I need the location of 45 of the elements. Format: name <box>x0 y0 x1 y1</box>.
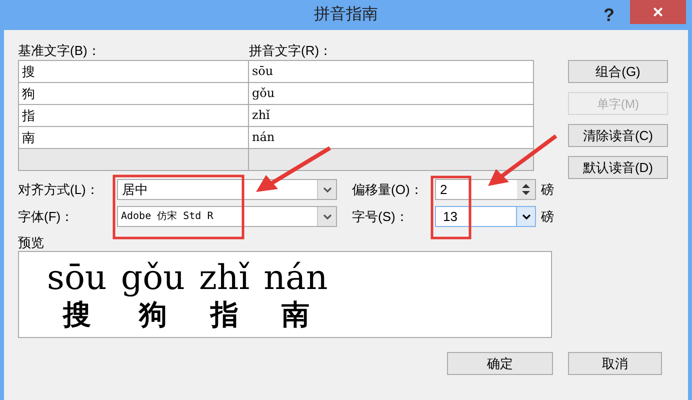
font-dropdown[interactable]: Adobe 仿宋 Std R <box>117 206 337 227</box>
preview-pinyin: gǒu <box>120 258 185 298</box>
preview-character: 指 <box>210 298 238 332</box>
preview-pinyin: nán <box>264 258 328 298</box>
highlight-frame <box>430 176 472 240</box>
size-dropdown[interactable]: 13 <box>435 206 536 227</box>
alignment-label: 对齐方式(L)： <box>18 180 100 199</box>
spin-arrows-icon[interactable] <box>517 180 535 199</box>
side-button[interactable]: 清除读音(C) <box>568 124 668 147</box>
ruby-text-field[interactable]: sōu <box>249 61 533 82</box>
close-button[interactable]: × <box>630 0 686 24</box>
window-title: 拼音指南 <box>313 4 379 25</box>
side-button[interactable]: 组合(G) <box>568 60 668 83</box>
chevron-down-icon <box>522 214 530 220</box>
dialog-button[interactable]: 确定 <box>447 352 553 375</box>
preview-pinyin: zhǐ <box>198 258 250 298</box>
side-button[interactable]: 默认读音(D) <box>568 156 668 179</box>
preview-character: 南 <box>282 298 310 332</box>
base-text-field[interactable]: 南 <box>19 127 249 148</box>
ruby-text-field[interactable]: zhǐ <box>249 105 533 126</box>
offset-label: 偏移量(O)： <box>352 180 424 199</box>
unit-label: 磅 <box>541 208 554 226</box>
preview-label: 预览 <box>18 234 45 251</box>
alignment-dropdown[interactable]: 居中 <box>117 179 337 200</box>
size-label: 字号(S)： <box>352 208 410 226</box>
ruby-text-field[interactable]: nán <box>249 127 533 148</box>
chevron-down-icon <box>322 186 332 192</box>
unit-label: 磅 <box>541 180 554 199</box>
chevron-down-icon <box>322 214 332 220</box>
dropdown-button[interactable] <box>317 207 336 226</box>
column-label: 基准文字(B)： <box>18 42 102 60</box>
ruby-text-field[interactable]: gǒu <box>249 83 533 104</box>
base-text-field[interactable]: 狗 <box>19 83 249 104</box>
help-button[interactable]: ? <box>594 2 624 28</box>
dialog-button[interactable]: 取消 <box>568 352 662 375</box>
column-label: 拼音文字(R)： <box>249 42 332 60</box>
dropdown-button[interactable] <box>317 180 336 199</box>
preview-character: 搜 <box>62 298 91 332</box>
dropdown-button[interactable] <box>516 207 535 226</box>
preview-character: 狗 <box>138 298 167 332</box>
preview-pinyin: sōu <box>47 258 107 298</box>
font-label: 字体(F)： <box>18 208 75 226</box>
offset-spinbox[interactable]: 2 <box>435 179 536 200</box>
base-text-field[interactable]: 指 <box>19 105 249 126</box>
base-text-field[interactable]: 搜 <box>19 61 249 82</box>
